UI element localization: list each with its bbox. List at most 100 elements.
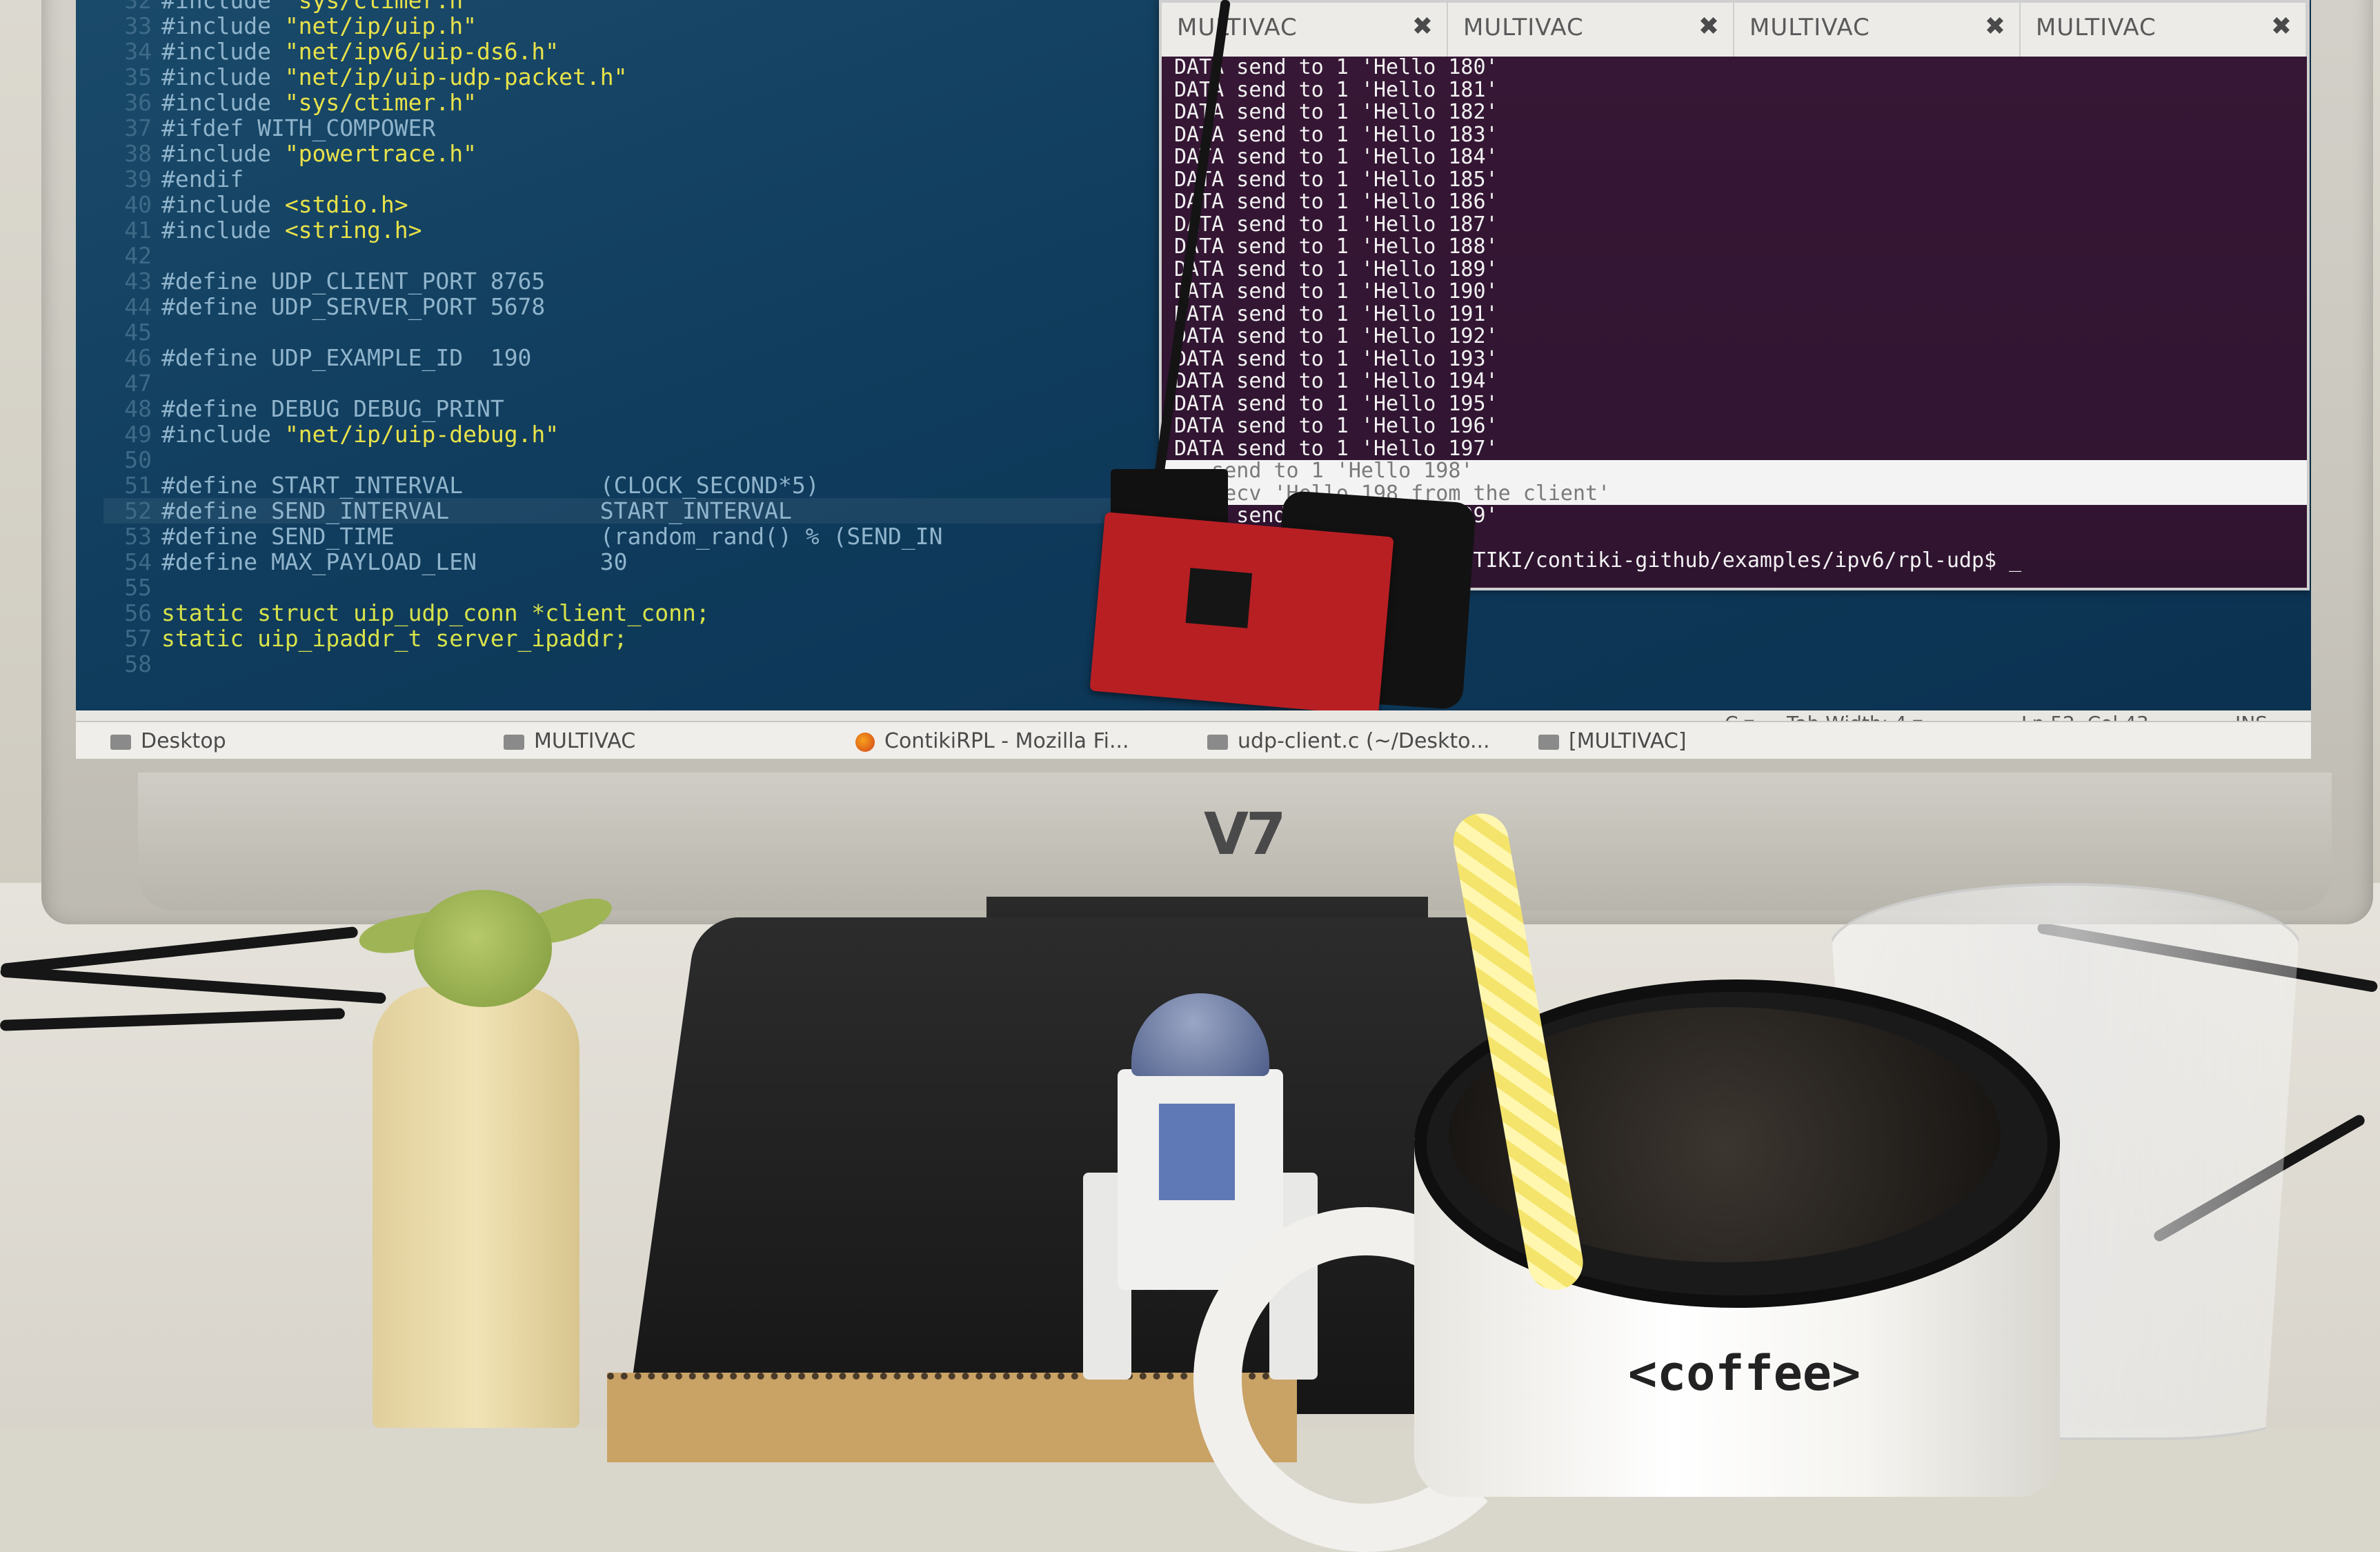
- code-text: #include: [161, 63, 285, 90]
- code-line[interactable]: 55: [103, 575, 1235, 600]
- code-string: "net/ipv6/uip-ds6.h": [284, 38, 559, 65]
- code-text: static uip_ipaddr_t server_ipaddr;: [161, 625, 628, 652]
- code-line[interactable]: 35 #include "net/ip/uip-udp-packet.h": [103, 64, 1235, 90]
- terminal-tab-label: MULTIVAC: [1177, 14, 1298, 41]
- code-line[interactable]: 32 #include "sys/ctimer.h": [103, 0, 1235, 13]
- line-number: 48: [124, 395, 152, 422]
- editor-icon: [1207, 734, 1228, 750]
- taskbar-label: Desktop: [141, 729, 226, 753]
- terminal-tab[interactable]: MULTIVAC ✖: [1448, 3, 1734, 57]
- line-number: 33: [124, 12, 152, 39]
- terminal-line: DATA send to 1 'Hello 187': [1174, 212, 1498, 237]
- taskbar-item-desktop[interactable]: Desktop: [110, 729, 226, 753]
- code-line[interactable]: 50: [103, 447, 1235, 472]
- code-line[interactable]: 53 #define SEND_TIME (random_rand() % (SE…: [103, 524, 1235, 549]
- terminal-line: DATA send to 1 'Hello 193': [1174, 346, 1498, 371]
- code-line[interactable]: 57 static uip_ipaddr_t server_ipaddr;: [103, 626, 1235, 651]
- close-icon[interactable]: ✖: [2271, 12, 2292, 41]
- terminal-line: DATA send to 1 'Hello 190': [1174, 279, 1498, 304]
- yoda-robe: [373, 986, 579, 1428]
- terminal-tab-label: MULTIVAC: [1749, 14, 1870, 41]
- terminal-tab[interactable]: MULTIVAC ✖: [2021, 3, 2307, 57]
- code-line[interactable]: 58: [103, 651, 1235, 677]
- code-text: #ifdef WITH_COMPOWER: [161, 115, 436, 141]
- code-text: #include: [161, 217, 285, 243]
- terminal-line: send to 1 'Hello 198': [1162, 459, 2307, 483]
- code-text: #define UDP_EXAMPLE_ID 190: [161, 344, 532, 371]
- terminal-tab-bar: MULTIVAC ✖ MULTIVAC ✖ MULTIVAC ✖ MULTIVA…: [1162, 3, 2307, 57]
- code-text: #endif: [161, 166, 244, 192]
- line-number: 37: [124, 115, 152, 141]
- line-number: 41: [124, 217, 152, 243]
- terminal-line: DATA send to 1 'Hello 195': [1174, 391, 1498, 416]
- desktop-icon: [110, 734, 131, 750]
- terminal-line: DATA send to 1 'Hello 180': [1174, 57, 1498, 79]
- code-line[interactable]: 54 #define MAX_PAYLOAD_LEN 30: [103, 549, 1235, 575]
- line-number: 45: [124, 319, 152, 346]
- terminal-tab[interactable]: MULTIVAC ✖: [1734, 3, 2021, 57]
- taskbar-item-firefox[interactable]: ContikiRPL - Mozilla Fi...: [855, 729, 1129, 753]
- line-number: 44: [124, 293, 152, 320]
- code-text: #include: [161, 0, 285, 14]
- line-number: 47: [124, 370, 152, 397]
- r2d2-dome: [1131, 993, 1269, 1076]
- firefox-icon: [855, 732, 875, 752]
- taskbar-label: MULTIVAC: [534, 729, 636, 753]
- line-number: 32: [124, 0, 152, 14]
- taskbar-item-multivac[interactable]: [MULTIVAC]: [1538, 729, 1687, 753]
- line-number: 35: [124, 63, 152, 90]
- code-line[interactable]: 46 #define UDP_EXAMPLE_ID 190: [103, 345, 1235, 370]
- code-line[interactable]: 51 #define START_INTERVAL (CLOCK_SECOND*5…: [103, 472, 1235, 498]
- terminal-tab[interactable]: MULTIVAC ✖: [1162, 3, 1448, 57]
- close-icon[interactable]: ✖: [1412, 12, 1433, 41]
- code-string: "net/ip/uip-debug.h": [284, 421, 559, 448]
- code-line[interactable]: 43 #define UDP_CLIENT_PORT 8765: [103, 268, 1235, 294]
- code-line[interactable]: 45: [103, 319, 1235, 345]
- code-editor[interactable]: 32 #include "sys/ctimer.h" 33 #include "net…: [103, 0, 1235, 677]
- code-line[interactable]: 41 #include <string.h>: [103, 217, 1235, 243]
- code-line[interactable]: 47: [103, 370, 1235, 396]
- code-line[interactable]: 36 #include "sys/ctimer.h": [103, 90, 1235, 115]
- line-number: 34: [124, 38, 152, 65]
- close-icon[interactable]: ✖: [1698, 12, 1719, 41]
- microcontroller-chip: [1185, 568, 1253, 628]
- code-line[interactable]: 42: [103, 243, 1235, 268]
- code-line[interactable]: 38 #include "powertrace.h": [103, 141, 1235, 166]
- terminal-line: DATA send to 1 'Hello 184': [1174, 145, 1498, 169]
- line-number: 49: [124, 421, 152, 448]
- code-line[interactable]: 44 #define UDP_SERVER_PORT 5678: [103, 294, 1235, 319]
- code-text: #define SEND_TIME (random_rand() % (SEND…: [161, 523, 943, 550]
- line-number: 53: [124, 523, 152, 550]
- terminal-line: DATA send to 1 'Hello 189': [1174, 257, 1498, 281]
- code-text: #include: [161, 89, 285, 116]
- code-line[interactable]: 40 #include <stdio.h>: [103, 192, 1235, 217]
- line-number: 38: [124, 140, 152, 167]
- terminal-line: DATA send to 1 'Hello 185': [1174, 167, 1498, 192]
- terminal-icon: [1538, 734, 1559, 750]
- taskbar-item-terminal[interactable]: MULTIVAC: [504, 729, 635, 753]
- code-line[interactable]: 39 #endif: [103, 166, 1235, 192]
- r2d2-panel: [1159, 1104, 1235, 1200]
- code-line[interactable]: 33 #include "net/ip/uip.h": [103, 13, 1235, 39]
- monitor-screen: 32 #include "sys/ctimer.h" 33 #include "net…: [76, 0, 2311, 759]
- code-line[interactable]: 34 #include "net/ipv6/uip-ds6.h": [103, 39, 1235, 64]
- terminal-line: DATA send to 1 'Hello 183': [1174, 122, 1498, 147]
- code-line[interactable]: 52 #define SEND_INTERVAL START_INTERVAL: [103, 498, 1235, 524]
- code-text: #include: [161, 140, 285, 167]
- code-string: "net/ip/uip-udp-packet.h": [284, 63, 628, 90]
- code-line[interactable]: 37 #ifdef WITH_COMPOWER: [103, 115, 1235, 141]
- taskbar-item-editor[interactable]: udp-client.c (~/Deskto...: [1207, 729, 1490, 753]
- code-line[interactable]: 49 #include "net/ip/uip-debug.h": [103, 421, 1235, 447]
- mug-label: <coffee>: [1628, 1345, 1861, 1402]
- close-icon[interactable]: ✖: [1985, 12, 2005, 41]
- line-number: 50: [124, 446, 152, 473]
- code-text: #define SEND_INTERVAL START_INTERVAL: [161, 497, 792, 524]
- code-line[interactable]: 48 #define DEBUG DEBUG_PRINT: [103, 396, 1235, 421]
- line-number: 52: [124, 497, 152, 524]
- code-line[interactable]: 56 static struct uip_udp_conn *client_con…: [103, 600, 1235, 626]
- code-text: #include: [161, 421, 285, 448]
- code-string: "net/ip/uip.h": [284, 12, 477, 39]
- line-number: 46: [124, 344, 152, 371]
- circuit-board: [1089, 512, 1394, 716]
- line-number: 56: [124, 599, 152, 626]
